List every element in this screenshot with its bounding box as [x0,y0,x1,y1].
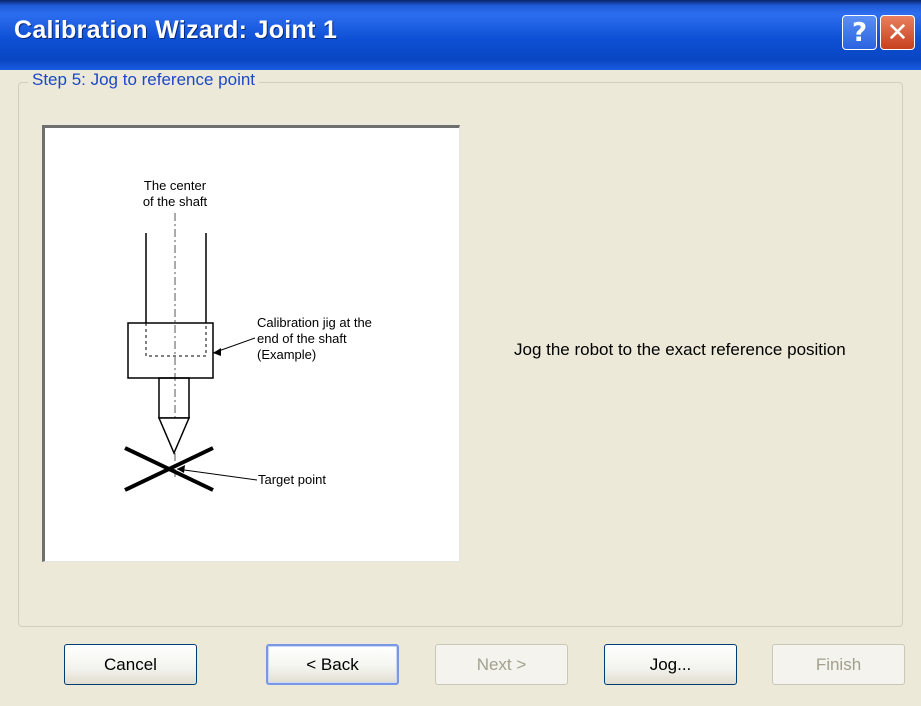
finish-button[interactable]: Finish [772,644,905,685]
close-icon: ✕ [886,17,909,48]
cancel-button[interactable]: Cancel [64,644,197,685]
shaft-center-label-line2: of the shaft [142,194,208,209]
target-point-label: Target point [258,472,326,487]
jig-label-line1: Calibration jig at the [257,315,372,330]
close-button[interactable]: ✕ [880,15,915,50]
jog-button[interactable]: Jog... [604,644,737,685]
jig-leader-arrowhead [213,348,221,356]
window-title: Calibration Wizard: Joint 1 [14,16,338,44]
back-button[interactable]: < Back [266,644,399,685]
jig-tip [157,417,191,455]
shaft-center-label-line1: The center [143,178,207,193]
jig-pin [158,377,190,419]
step-label: Step 5: Jog to reference point [28,70,260,90]
calibration-wizard-dialog: Calibration Wizard: Joint 1 ? ✕ Step 5: … [0,0,921,706]
shaft-center-label: The center of the shaft [130,178,220,210]
jig-block [127,322,214,379]
jig-inner-outline [145,323,207,357]
jig-label: Calibration jig at the end of the shaft … [257,315,397,363]
jig-label-line3: (Example) [257,347,317,362]
jig-label-line2: end of the shaft [257,331,347,346]
instruction-text: Jog the robot to the exact reference pos… [514,340,846,359]
question-mark-icon: ? [851,17,868,48]
next-button[interactable]: Next > [435,644,568,685]
help-button[interactable]: ? [842,15,877,50]
calibration-illustration: The center of the shaft Calibration jig … [42,125,460,562]
title-bar[interactable]: Calibration Wizard: Joint 1 ? ✕ [0,0,921,70]
